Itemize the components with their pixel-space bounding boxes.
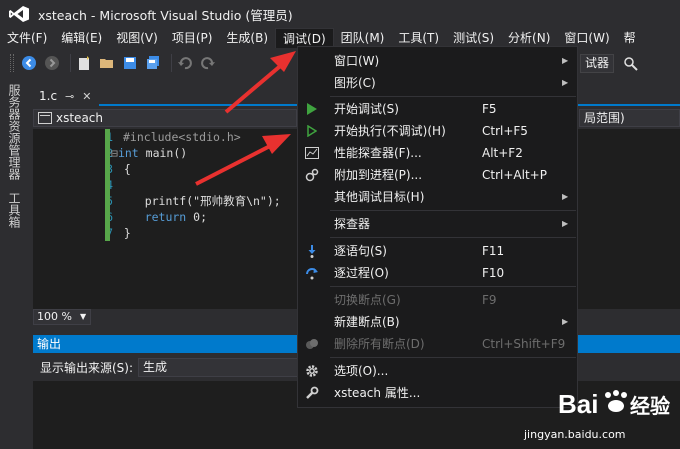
debug-menu-options[interactable]: 选项(O)... xyxy=(298,360,577,382)
menu-separator xyxy=(330,286,576,287)
output-source-label: 显示输出来源(S): xyxy=(40,360,134,375)
forward-icon[interactable] xyxy=(43,54,61,72)
debug-menu-windows[interactable]: 窗口(W) ▶ xyxy=(298,50,577,72)
document-tab-name: 1.c xyxy=(39,89,58,103)
debug-menu-start-debugging[interactable]: 开始调试(S) F5 xyxy=(298,98,577,120)
visual-studio-logo-icon xyxy=(9,6,29,22)
step-over-icon xyxy=(304,265,320,281)
project-scope-dropdown[interactable]: xsteach xyxy=(33,109,297,127)
menu-file[interactable]: 文件(F) xyxy=(0,28,54,48)
left-tool-strip: 服务器资源管理器 工具箱 xyxy=(0,78,32,449)
submenu-arrow-icon: ▶ xyxy=(562,219,569,228)
code-line: return 0; xyxy=(117,210,208,224)
debug-menu-other-targets[interactable]: 其他调试目标(H) ▶ xyxy=(298,186,577,208)
menu-separator xyxy=(330,237,576,238)
debugger-dropdown[interactable]: 试器 xyxy=(580,54,615,73)
collapse-icon[interactable]: ⊟ xyxy=(111,146,118,160)
code-line: ⊟int main() xyxy=(111,146,188,160)
menu-tools[interactable]: 工具(T) xyxy=(391,28,446,48)
server-explorer-tab[interactable]: 服务器资源管理器 xyxy=(7,84,23,180)
zoom-dropdown[interactable]: 100 % ▼ xyxy=(33,309,91,325)
menu-separator xyxy=(330,210,576,211)
menu-team[interactable]: 团队(M) xyxy=(334,28,392,48)
submenu-arrow-icon: ▶ xyxy=(562,317,569,326)
line-number-gutter: 1 2 3 4 5 6 7 xyxy=(33,129,113,309)
submenu-arrow-icon: ▶ xyxy=(562,56,569,65)
toolbar-separator xyxy=(171,54,172,72)
menu-edit[interactable]: 编辑(E) xyxy=(54,28,109,48)
open-folder-icon[interactable] xyxy=(98,54,116,72)
chevron-down-icon: ▼ xyxy=(80,312,87,321)
debug-menu-step-into[interactable]: 逐语句(S) F11 xyxy=(298,240,577,262)
code-line: { xyxy=(117,162,131,176)
code-line: } xyxy=(117,226,131,240)
close-icon[interactable]: ✕ xyxy=(82,90,91,103)
back-icon[interactable] xyxy=(20,54,38,72)
menu-bar: 文件(F) 编辑(E) 视图(V) 项目(P) 生成(B) 调试(D) 团队(M… xyxy=(0,28,680,48)
menu-project[interactable]: 项目(P) xyxy=(165,28,220,48)
debug-menu-dropdown: 窗口(W) ▶ 图形(C) ▶ 开始调试(S) F5 开始执行(不调试)(H) … xyxy=(297,46,578,408)
redo-icon[interactable] xyxy=(199,54,217,72)
menu-help[interactable]: 帮 xyxy=(617,28,643,48)
toolbar-grip[interactable] xyxy=(10,54,14,72)
output-title: 输出 xyxy=(37,337,62,351)
step-into-icon xyxy=(304,243,320,259)
play-icon xyxy=(304,101,320,117)
undo-icon[interactable] xyxy=(176,54,194,72)
member-scope-dropdown[interactable]: 局范围) xyxy=(579,109,680,127)
toolbar-right-group: 试器 xyxy=(580,54,645,73)
debug-menu-step-over[interactable]: 逐过程(O) F10 xyxy=(298,262,577,284)
menu-debug[interactable]: 调试(D) xyxy=(275,28,334,48)
debug-menu-graphics[interactable]: 图形(C) ▶ xyxy=(298,72,577,94)
menu-separator xyxy=(330,96,576,97)
menu-separator xyxy=(330,357,576,358)
debug-menu-toggle-breakpoint: 切换断点(G) F9 xyxy=(334,293,497,307)
window-title: xsteach - Microsoft Visual Studio (管理员) xyxy=(38,7,293,23)
pin-icon[interactable]: ⊸ xyxy=(65,90,74,103)
submenu-arrow-icon: ▶ xyxy=(562,192,569,201)
svg-text:Bai: Bai xyxy=(558,389,598,419)
debug-menu-delete-all-breakpoints: 删除所有断点(D) Ctrl+Shift+F9 xyxy=(298,333,577,355)
debug-menu-performance-profiler[interactable]: 性能探查器(F)... Alt+F2 xyxy=(298,142,577,164)
debug-menu-profiler[interactable]: 探查器 ▶ xyxy=(298,213,577,235)
toolbar-separator xyxy=(70,54,71,72)
project-scope-name: xsteach xyxy=(56,111,103,125)
svg-text:经验: 经验 xyxy=(630,394,670,418)
code-line: #include<stdio.h> xyxy=(123,130,241,144)
save-all-icon[interactable] xyxy=(144,54,162,72)
save-icon[interactable] xyxy=(121,54,139,72)
document-tab[interactable]: 1.c ⊸ ✕ xyxy=(33,86,99,106)
debug-menu-attach-to-process[interactable]: 附加到进程(P)... Ctrl+Alt+P xyxy=(298,164,577,186)
baidu-jingyan-logo: Bai 经验 xyxy=(558,389,670,419)
menu-test[interactable]: 测试(S) xyxy=(446,28,501,48)
find-icon[interactable] xyxy=(622,55,640,73)
title-bar: xsteach - Microsoft Visual Studio (管理员) xyxy=(0,0,680,28)
code-line: printf("邢帅教育\n"); xyxy=(117,194,281,208)
toolbox-tab[interactable]: 工具箱 xyxy=(7,192,23,228)
submenu-arrow-icon: ▶ xyxy=(562,78,569,87)
debug-menu-start-without-debugging[interactable]: 开始执行(不调试)(H) Ctrl+F5 xyxy=(298,120,577,142)
menu-build[interactable]: 生成(B) xyxy=(219,28,275,48)
attach-process-icon xyxy=(304,167,320,183)
menu-window[interactable]: 窗口(W) xyxy=(557,28,616,48)
new-project-icon[interactable] xyxy=(75,54,93,72)
output-source-dropdown[interactable]: 生成 xyxy=(138,357,309,377)
wrench-icon xyxy=(304,385,320,401)
menu-view[interactable]: 视图(V) xyxy=(109,28,165,48)
menu-analyze[interactable]: 分析(N) xyxy=(501,28,557,48)
debug-menu-new-breakpoint[interactable]: 新建断点(B) ▶ xyxy=(298,311,577,333)
gear-icon xyxy=(304,363,320,379)
profiler-icon xyxy=(304,145,320,161)
play-outline-icon xyxy=(304,123,320,139)
watermark-site-url: jingyan.baidu.com xyxy=(524,428,626,441)
project-icon xyxy=(38,112,52,124)
delete-breakpoints-icon xyxy=(304,336,320,352)
change-indicator-bar xyxy=(105,129,110,241)
